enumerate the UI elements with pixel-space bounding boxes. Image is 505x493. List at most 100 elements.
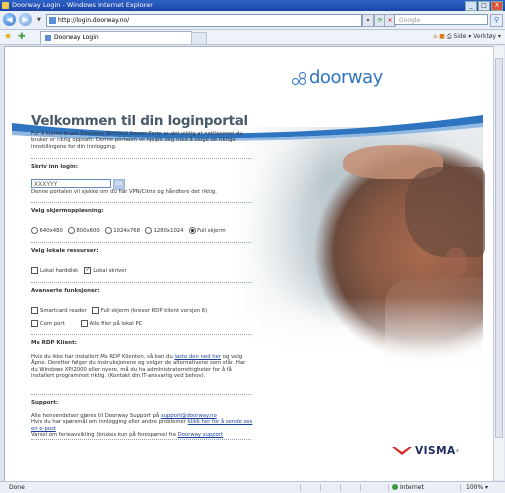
login-input-value: XXXYYY — [34, 181, 58, 188]
tools-menu[interactable]: Side ▾ Verktøy ▾ — [453, 33, 501, 40]
intro-text: For å kunne bruke Doorway Terminal Serve… — [31, 131, 243, 150]
status-separator — [388, 484, 389, 491]
status-separator — [320, 484, 321, 491]
resources-section-label: Velg lokale ressurser: — [31, 248, 99, 254]
divider — [31, 242, 251, 243]
security-zone: Internet — [392, 482, 424, 493]
address-dropdown-icon[interactable]: ▾ — [362, 14, 374, 27]
page-viewport: doorway Velkommen til din loginportal Fo… — [4, 46, 494, 482]
vertical-scrollbar[interactable] — [493, 46, 504, 480]
checkbox-label: Full skjerm (krever RDP klient versjon 6… — [100, 307, 208, 314]
checkbox-local-printer[interactable]: ✓ — [84, 267, 92, 274]
radio-res-fullscreen[interactable] — [188, 227, 196, 234]
print-icon[interactable]: ⎙ — [447, 33, 452, 40]
checkbox-label: Lokal skriver — [93, 267, 127, 274]
checkbox-all-files[interactable] — [80, 320, 88, 327]
support-line2: Hvis du har spørsmål om innlogging eller… — [31, 419, 186, 426]
photo-ear — [445, 247, 467, 277]
radio-label: Full skjerm — [197, 227, 226, 234]
internet-zone-icon — [392, 484, 398, 490]
divider — [31, 202, 251, 203]
doorway-logo-icon — [292, 72, 306, 86]
divider — [31, 439, 251, 440]
checkbox-label: Alle filer på lokal PC — [89, 320, 143, 327]
address-text: http://login.doorway.no/ — [58, 17, 130, 24]
add-favorites-icon[interactable]: ✚ — [18, 31, 26, 43]
checkbox-fullscreen-rdp[interactable] — [91, 307, 99, 314]
advanced-section-label: Avanserte funksjoner: — [31, 288, 100, 294]
visma-registered-mark: ® — [455, 449, 460, 453]
radio-res-1280[interactable] — [144, 227, 152, 234]
tab-page-icon — [45, 35, 51, 41]
login-section-label: Skriv inn login: — [31, 164, 78, 170]
checkbox-smartcard[interactable] — [31, 307, 38, 314]
checkbox-label: Lokal harddisk — [40, 267, 79, 274]
hero-photo — [235, 127, 485, 367]
window-controls: _ □ X — [465, 1, 503, 11]
checkbox-local-disk[interactable] — [31, 267, 38, 274]
resolution-section-label: Velg skjermoppløsning: — [31, 208, 104, 214]
close-button[interactable]: X — [491, 1, 503, 11]
search-placeholder: Google — [399, 17, 421, 24]
favorites-star-icon[interactable]: ★ — [4, 31, 12, 43]
radio-res-800[interactable] — [67, 227, 75, 234]
radio-label: 800x600 — [76, 227, 100, 234]
page-icon — [49, 17, 56, 24]
feeds-icon[interactable]: ■ — [439, 33, 445, 40]
history-dropdown-icon[interactable]: ▼ — [37, 17, 41, 23]
status-text: Done — [9, 484, 25, 491]
radio-res-640[interactable] — [31, 227, 38, 234]
maximize-button[interactable]: □ — [478, 1, 490, 11]
advanced-options-row2: Com port Alle filer på lokal PC — [31, 320, 142, 327]
divider — [31, 334, 251, 335]
search-input[interactable]: Google — [394, 14, 488, 25]
zone-label: Internet — [400, 484, 424, 491]
radio-res-1024[interactable] — [104, 227, 112, 234]
checkbox-label: Smartcard reader — [40, 307, 87, 314]
advanced-options-row1: Smartcard reader Full skjerm (krever RDP… — [31, 307, 207, 314]
photo-hair — [405, 167, 485, 257]
resources-options: Lokal harddisk ✓ Lokal skriver — [31, 267, 127, 274]
forward-button[interactable]: ▶ — [19, 13, 32, 26]
back-button[interactable]: ◀ — [3, 13, 16, 26]
support-doorway-link[interactable]: Doorway support — [178, 432, 223, 438]
divider — [31, 158, 251, 159]
status-separator — [460, 484, 461, 491]
visma-logo: VISMA ® — [392, 445, 459, 457]
login-page: doorway Velkommen til din loginportal Fo… — [5, 47, 493, 481]
tab-active[interactable]: Doorway Login — [40, 31, 192, 44]
checkbox-com-port[interactable] — [31, 320, 38, 327]
radio-label: 1024x768 — [113, 227, 140, 234]
login-note: Denne portalen vil sjekke om du har VPN/… — [31, 189, 217, 195]
window-title: Doorway Login - Windows Internet Explore… — [12, 1, 153, 9]
visma-logo-text: VISMA — [415, 445, 456, 457]
zoom-control[interactable]: 100% ▾ — [466, 482, 488, 493]
address-bar[interactable]: http://login.doorway.no/ — [46, 14, 362, 27]
scrollbar-thumb[interactable] — [495, 58, 503, 438]
tab-label: Doorway Login — [54, 34, 99, 41]
status-separator — [340, 484, 341, 491]
photo-fade-bottom — [235, 297, 483, 367]
status-bar: Done Internet 100% ▾ — [0, 481, 505, 493]
tabs-bar: ★ ✚ Doorway Login ⌂ ■ ⎙ Side ▾ Verktøy ▾ — [0, 30, 505, 45]
radio-label: 1280x1024 — [153, 227, 184, 234]
rdp-text: Hvis du ikke har installert Ms RDP Klien… — [31, 354, 251, 380]
divider — [31, 282, 251, 283]
status-separator — [360, 484, 361, 491]
home-icon[interactable]: ⌂ — [433, 33, 437, 40]
page-title: Velkommen til din loginportal — [31, 113, 248, 129]
resolution-options: 640x480 800x600 1024x768 1280x1024 Full … — [31, 227, 226, 234]
search-icon[interactable]: ⚲ — [490, 14, 503, 27]
login-input[interactable]: XXXYYY — [31, 179, 111, 188]
new-tab-button[interactable] — [191, 32, 207, 45]
visma-logo-icon — [392, 447, 412, 455]
doorway-logo-text: doorway — [309, 67, 383, 88]
minimize-button[interactable]: _ — [465, 1, 477, 11]
ie-icon — [2, 2, 9, 9]
support-text: Alle henvendelser gjøres til Doorway Sup… — [31, 413, 256, 439]
navigation-bar: ◀ ▶ ▼ http://login.doorway.no/ ▾ ⟳ ✕ Goo… — [0, 11, 505, 30]
browser-window: Doorway Login - Windows Internet Explore… — [0, 0, 505, 493]
checkbox-label: Com port — [40, 320, 65, 327]
command-bar: ⌂ ■ ⎙ Side ▾ Verktøy ▾ — [433, 31, 501, 43]
divider — [31, 394, 251, 395]
